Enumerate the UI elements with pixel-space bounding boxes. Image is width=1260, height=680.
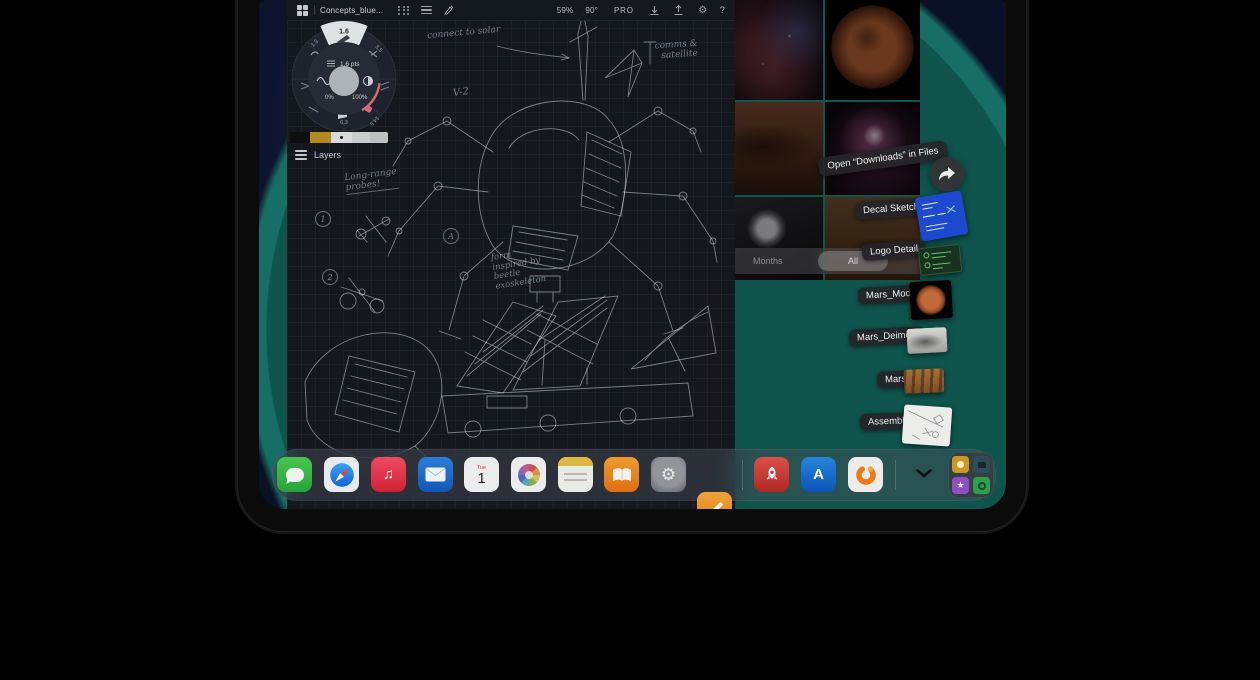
dock-photos-icon[interactable] — [511, 457, 546, 492]
camera-mini-icon — [973, 456, 990, 473]
annotation-marker-1: 1 — [315, 211, 331, 227]
annotation-marker-a: A — [443, 228, 459, 244]
brush-size-bottom: 6.3 — [340, 120, 348, 126]
layers-icon — [295, 150, 307, 159]
opacity-max: 100% — [352, 95, 368, 101]
layers-list-icon[interactable] — [419, 3, 433, 17]
dock-divider — [895, 460, 896, 490]
photo-mars-surface[interactable] — [735, 102, 823, 195]
swatch-light-gray[interactable] — [331, 132, 352, 143]
compass-icon — [329, 462, 355, 488]
scene-background: Concepts_blue... 59% 90° PRO — [0, 0, 1260, 680]
export-share-icon[interactable] — [672, 3, 686, 17]
open-book-icon — [611, 466, 633, 484]
dock-music-icon[interactable]: ♫ — [371, 457, 406, 492]
forward-arrow-icon — [938, 166, 956, 182]
dock-messages-icon[interactable] — [277, 457, 312, 492]
drag-thumb-decal[interactable] — [915, 190, 969, 241]
share-forward-button[interactable] — [930, 157, 964, 191]
drag-thumb-mars-deimos[interactable] — [906, 327, 947, 354]
drag-thumb-logo[interactable] — [918, 244, 963, 276]
document-title[interactable]: Concepts_blue... — [320, 6, 383, 15]
dock-notes-icon[interactable] — [558, 457, 593, 492]
drag-label: Logo Detail — [861, 240, 926, 261]
swatch-mid-gray[interactable] — [370, 132, 388, 143]
concepts-toolbar: Concepts_blue... 59% 90° PRO — [287, 0, 735, 21]
dock-safari-icon[interactable] — [324, 457, 359, 492]
annotation-form-inspired: form inspired by beetle exoskeleton — [490, 246, 547, 292]
star-mini-icon: ★ — [952, 477, 969, 494]
dock-rocket-icon[interactable] — [754, 457, 789, 492]
dock-sketch-pen-icon[interactable] — [697, 492, 732, 509]
chat-bubble-icon — [286, 468, 304, 482]
opacity-min: 0% — [325, 95, 334, 101]
tab-months[interactable]: Months — [753, 256, 783, 266]
swatch-gray[interactable] — [352, 132, 370, 143]
envelope-icon — [425, 467, 446, 482]
annotation-marker-2: 2 — [322, 269, 338, 285]
notes-line — [564, 473, 587, 475]
photo-horsehead-nebula[interactable] — [735, 0, 823, 100]
rocket-icon — [762, 465, 782, 485]
dock-appstore-icon[interactable]: A — [801, 457, 836, 492]
notes-line — [564, 479, 587, 481]
pen-slash-icon — [706, 501, 723, 509]
tips-mini-icon — [952, 456, 969, 473]
brush-wheel[interactable]: 1.6 1.3 3.5 — [289, 21, 399, 133]
pro-badge[interactable]: PRO — [614, 6, 634, 15]
zoom-level[interactable]: 59% — [557, 6, 574, 15]
gear-icon: ⚙ — [661, 465, 676, 485]
settings-gear-icon[interactable]: ⚙ — [696, 3, 710, 17]
dock-concepts-icon[interactable] — [848, 457, 883, 492]
concepts-canvas[interactable]: Concepts_blue... 59% 90° PRO — [287, 0, 735, 509]
active-brush-size: 1.6 — [339, 29, 349, 36]
drag-item-logo-detail[interactable]: Logo Detail — [862, 242, 926, 259]
app-grid-icon[interactable] — [295, 3, 309, 17]
swatch-gold[interactable] — [310, 132, 331, 143]
notes-band — [558, 457, 593, 466]
dock: ♫ Tue 1 — [272, 449, 996, 501]
music-note-icon: ♫ — [383, 466, 394, 483]
swatch-selected-dot — [340, 136, 343, 139]
precision-grid-icon[interactable] — [397, 3, 411, 17]
import-icon[interactable] — [648, 3, 662, 17]
layers-label: Layers — [314, 150, 341, 160]
drag-thumb-mars[interactable] — [904, 368, 945, 393]
dock-books-icon[interactable] — [604, 457, 639, 492]
help-icon[interactable]: ? — [720, 5, 725, 15]
ipad-device-frame: Concepts_blue... 59% 90° PRO — [237, 0, 1027, 532]
activity-mini-icon — [973, 477, 990, 494]
photos-app-panel: Months All — [735, 0, 920, 280]
photo-mars-globe[interactable] — [825, 0, 920, 100]
dock-mail-icon[interactable] — [418, 457, 453, 492]
dock-settings-icon[interactable]: ⚙ — [651, 457, 686, 492]
rotation-value[interactable]: 90° — [585, 6, 598, 15]
color-swatch-bar[interactable] — [290, 132, 388, 143]
pen-nib-icon[interactable] — [441, 3, 455, 17]
calendar-day: 1 — [477, 471, 485, 486]
appstore-a-icon: A — [813, 466, 824, 483]
photos-pinwheel-icon — [518, 464, 540, 486]
dock-divider — [742, 460, 743, 490]
concepts-c-icon — [853, 462, 879, 488]
dock-recent-apps-tile[interactable]: ★ — [948, 452, 994, 498]
layers-button[interactable]: Layers — [295, 150, 341, 160]
drag-thumb-assembly[interactable] — [902, 404, 953, 446]
swatch-black[interactable] — [290, 132, 310, 143]
ipad-screen: Concepts_blue... 59% 90° PRO — [259, 0, 1006, 509]
drag-thumb-mars-model[interactable] — [909, 280, 953, 320]
chevron-down-icon[interactable] — [916, 469, 932, 478]
annotation-comms: comms & satellite — [654, 39, 698, 62]
dock-calendar-icon[interactable]: Tue 1 — [464, 457, 499, 492]
